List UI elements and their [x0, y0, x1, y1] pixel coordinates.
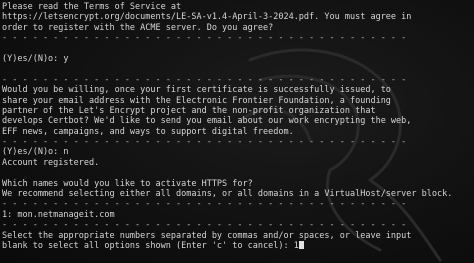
- output-line: Please read the Terms of Service at: [2, 2, 182, 12]
- domains-question: Which names would you like to activate H…: [2, 178, 253, 189]
- divider-line: - - - - - - - - - - - - - - - - - - - - …: [2, 220, 407, 231]
- text-cursor: [298, 240, 304, 249]
- selection-prompt: blank to select all options shown (Enter…: [2, 240, 299, 251]
- output-line: share your email address with the Electr…: [2, 95, 391, 106]
- selection-input-line[interactable]: blank to select all options shown (Enter…: [2, 240, 474, 251]
- output-line: order to register with the ACME server. …: [2, 22, 274, 33]
- selection-instruction: Select the appropriate numbers separated…: [2, 230, 412, 241]
- tos-answer-line: (Y)es/(N)o: y: [2, 53, 69, 64]
- domains-hint: We recommend selecting either all domain…: [2, 189, 453, 200]
- output-line: develops Certbot? We'd like to send you …: [2, 116, 412, 127]
- divider-line: - - - - - - - - - - - - - - - - - - - - …: [2, 199, 407, 210]
- terminal-window[interactable]: Please read the Terms of Service at http…: [0, 0, 474, 263]
- output-line: partner of the Let's Encrypt project and…: [2, 105, 376, 116]
- divider-line: - - - - - - - - - - - - - - - - - - - - …: [2, 74, 407, 85]
- divider-line: - - - - - - - - - - - - - - - - - - - - …: [2, 137, 407, 148]
- output-line: https://letsencrypt.org/documents/LE-SA-…: [2, 12, 412, 23]
- terminal-output: Please read the Terms of Service at http…: [2, 2, 474, 251]
- eff-answer-line: (Y)es/(N)o: n: [2, 147, 69, 158]
- output-line: Would you be willing, once your first ce…: [2, 85, 391, 96]
- output-line: EFF news, campaigns, and ways to support…: [2, 126, 294, 137]
- divider-line: - - - - - - - - - - - - - - - - - - - - …: [2, 33, 407, 44]
- domain-option: 1: mon.netmanageit.com: [2, 209, 115, 220]
- registration-status: Account registered.: [2, 157, 100, 168]
